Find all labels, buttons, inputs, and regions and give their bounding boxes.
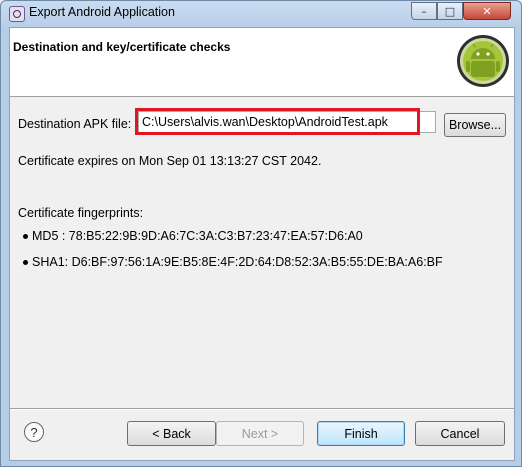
dialog-client-area: Destination and key/certificate checks D…: [9, 27, 515, 461]
export-dialog-window: Export Android Application – □ ✕ Destina…: [0, 0, 522, 467]
finish-button[interactable]: Finish: [317, 421, 405, 446]
browse-button[interactable]: Browse...: [444, 113, 506, 137]
fingerprints-heading: Certificate fingerprints:: [18, 206, 144, 220]
wizard-banner: Destination and key/certificate checks: [10, 28, 514, 97]
title-bar[interactable]: Export Android Application – □ ✕: [1, 1, 521, 27]
bullet-icon: [23, 260, 28, 265]
cancel-button[interactable]: Cancel: [415, 421, 505, 446]
certificate-expiry-text: Certificate expires on Mon Sep 01 13:13:…: [18, 154, 322, 168]
window-title: Export Android Application: [29, 5, 175, 19]
next-button[interactable]: Next >: [216, 421, 304, 446]
android-icon: [457, 35, 509, 87]
sha1-fingerprint: SHA1: D6:BF:97:56:1A:9E:B5:8E:4F:2D:64:D…: [32, 255, 443, 269]
back-button[interactable]: < Back: [127, 421, 216, 446]
footer-separator: [10, 408, 514, 410]
help-icon[interactable]: ?: [24, 422, 44, 442]
destination-apk-field[interactable]: [138, 111, 436, 133]
close-button[interactable]: ✕: [463, 2, 511, 20]
eclipse-app-icon: [9, 6, 25, 22]
maximize-button[interactable]: □: [437, 2, 463, 20]
bullet-icon: [23, 234, 28, 239]
minimize-button[interactable]: –: [411, 2, 437, 20]
destination-apk-label: Destination APK file:: [18, 117, 132, 131]
md5-fingerprint: MD5 : 78:B5:22:9B:9D:A6:7C:3A:C3:B7:23:4…: [32, 229, 363, 243]
page-title: Destination and key/certificate checks: [13, 40, 231, 54]
